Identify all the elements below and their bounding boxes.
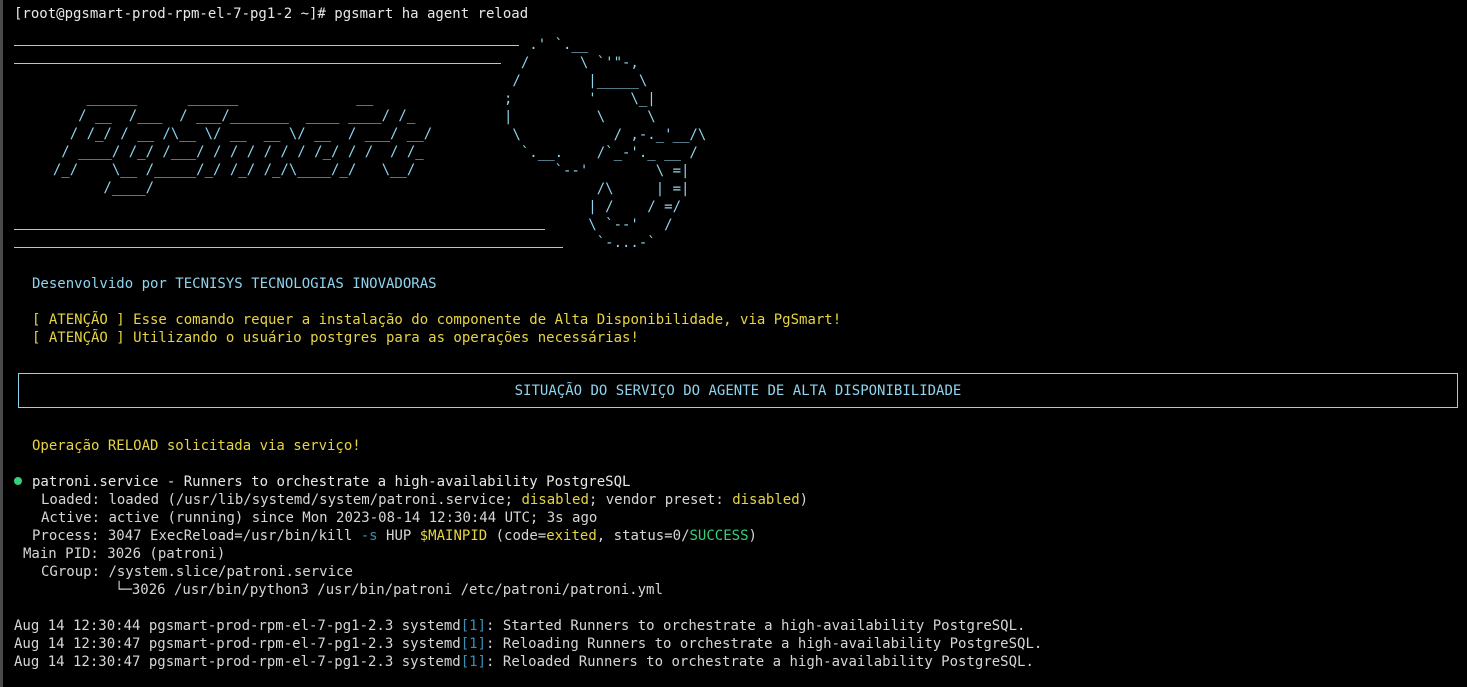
process-signal: HUP (377, 528, 420, 544)
active-line: Active: active (running) since Mon 2023-… (41, 509, 597, 527)
process-line: Process: 3047 ExecReload=/usr/bin/kill -… (32, 527, 757, 545)
loaded-label: Loaded: (41, 492, 101, 508)
loaded-path: loaded (/usr/lib/systemd/system/patroni.… (100, 492, 522, 508)
status-box: SITUAÇÃO DO SERVIÇO DO AGENTE DE ALTA DI… (18, 373, 1458, 408)
mascot-art: .' `.__ / \ `'"-, / |_____\ ; ' \_| | \ … (504, 37, 707, 251)
cgroup-line: CGroup: /system.slice/patroni.service (41, 563, 353, 581)
cgroup-child: └─3026 /usr/bin/python3 /usr/bin/patroni… (115, 582, 663, 598)
process-var: $MAINPID (419, 528, 488, 544)
process-end: ) (748, 528, 757, 544)
developer-line: Desenvolvido por TECNISYS TECNOLOGIAS IN… (32, 276, 437, 292)
warning-line-1: [ ATENÇÃO ] Esse comando requer a instal… (32, 312, 842, 328)
mainpid-label: Main PID: (23, 546, 99, 562)
process-label: Process: (32, 528, 100, 544)
journal-pid: [1] (460, 636, 487, 652)
status-box-title: SITUAÇÃO DO SERVIÇO DO AGENTE DE ALTA DI… (514, 382, 962, 399)
terminal-window[interactable]: [root@pgsmart-prod-rpm-el-7-pg1-2 ~]# pg… (0, 0, 1467, 687)
warning-line-2: [ ATENÇÃO ] Utilizando o usuário postgre… (32, 330, 639, 346)
active-value: active (running) since Mon 2023-08-14 12… (100, 510, 598, 526)
service-header: patroni.service - Runners to orchestrate… (14, 473, 630, 491)
pgsmart-logo-art: ______ ______ __ / __ /___ / ___/_______… (52, 90, 433, 196)
banner-rule-3 (14, 229, 545, 230)
loaded-mid: ; vendor preset: (588, 492, 733, 508)
banner-rule-4 (14, 247, 563, 248)
service-unit: patroni.service (32, 474, 159, 490)
journal-line: Aug 14 12:30:44 pgsmart-prod-rpm-el-7-pg… (14, 617, 1025, 635)
loaded-state: disabled (521, 492, 589, 508)
window-edge (0, 0, 3, 687)
journal-line: Aug 14 12:30:47 pgsmart-prod-rpm-el-7-pg… (14, 653, 1034, 671)
mainpid-line: Main PID: 3026 (patroni) (23, 545, 225, 563)
loaded-line: Loaded: loaded (/usr/lib/systemd/system/… (41, 491, 808, 509)
service-description: - Runners to orchestrate a high-availabi… (158, 474, 631, 490)
process-status: SUCCESS (689, 528, 749, 544)
journal-pid: [1] (460, 618, 487, 634)
journal-prefix: Aug 14 12:30:44 pgsmart-prod-rpm-el-7-pg… (14, 618, 461, 634)
process-code-label: (code= (487, 528, 547, 544)
journal-prefix: Aug 14 12:30:47 pgsmart-prod-rpm-el-7-pg… (14, 636, 461, 652)
journal-line: Aug 14 12:30:47 pgsmart-prod-rpm-el-7-pg… (14, 635, 1042, 653)
mainpid-value: 3026 (patroni) (98, 546, 226, 562)
journal-message: : Started Runners to orchestrate a high-… (486, 618, 1026, 634)
command-prompt: [root@pgsmart-prod-rpm-el-7-pg1-2 ~]# pg… (14, 6, 529, 22)
process-status-label: , status=0/ (596, 528, 690, 544)
banner-rule-1 (14, 45, 519, 46)
loaded-end: ) (799, 492, 809, 508)
journal-prefix: Aug 14 12:30:47 pgsmart-prod-rpm-el-7-pg… (14, 654, 461, 670)
process-flag: -s (360, 528, 378, 544)
banner-rule-2 (14, 63, 501, 64)
vendor-state: disabled (732, 492, 800, 508)
process-cmd: 3047 ExecReload=/usr/bin/kill (99, 528, 361, 544)
cgroup-label: CGroup: (41, 564, 101, 580)
journal-message: : Reloading Runners to orchestrate a hig… (486, 636, 1043, 652)
active-label: Active: (41, 510, 101, 526)
journal-message: : Reloaded Runners to orchestrate a high… (486, 654, 1034, 670)
process-code: exited (546, 528, 597, 544)
cgroup-value: /system.slice/patroni.service (100, 564, 353, 580)
status-dot-icon (14, 477, 22, 485)
journal-pid: [1] (460, 654, 487, 670)
operation-line: Operação RELOAD solicitada via serviço! (32, 438, 361, 454)
